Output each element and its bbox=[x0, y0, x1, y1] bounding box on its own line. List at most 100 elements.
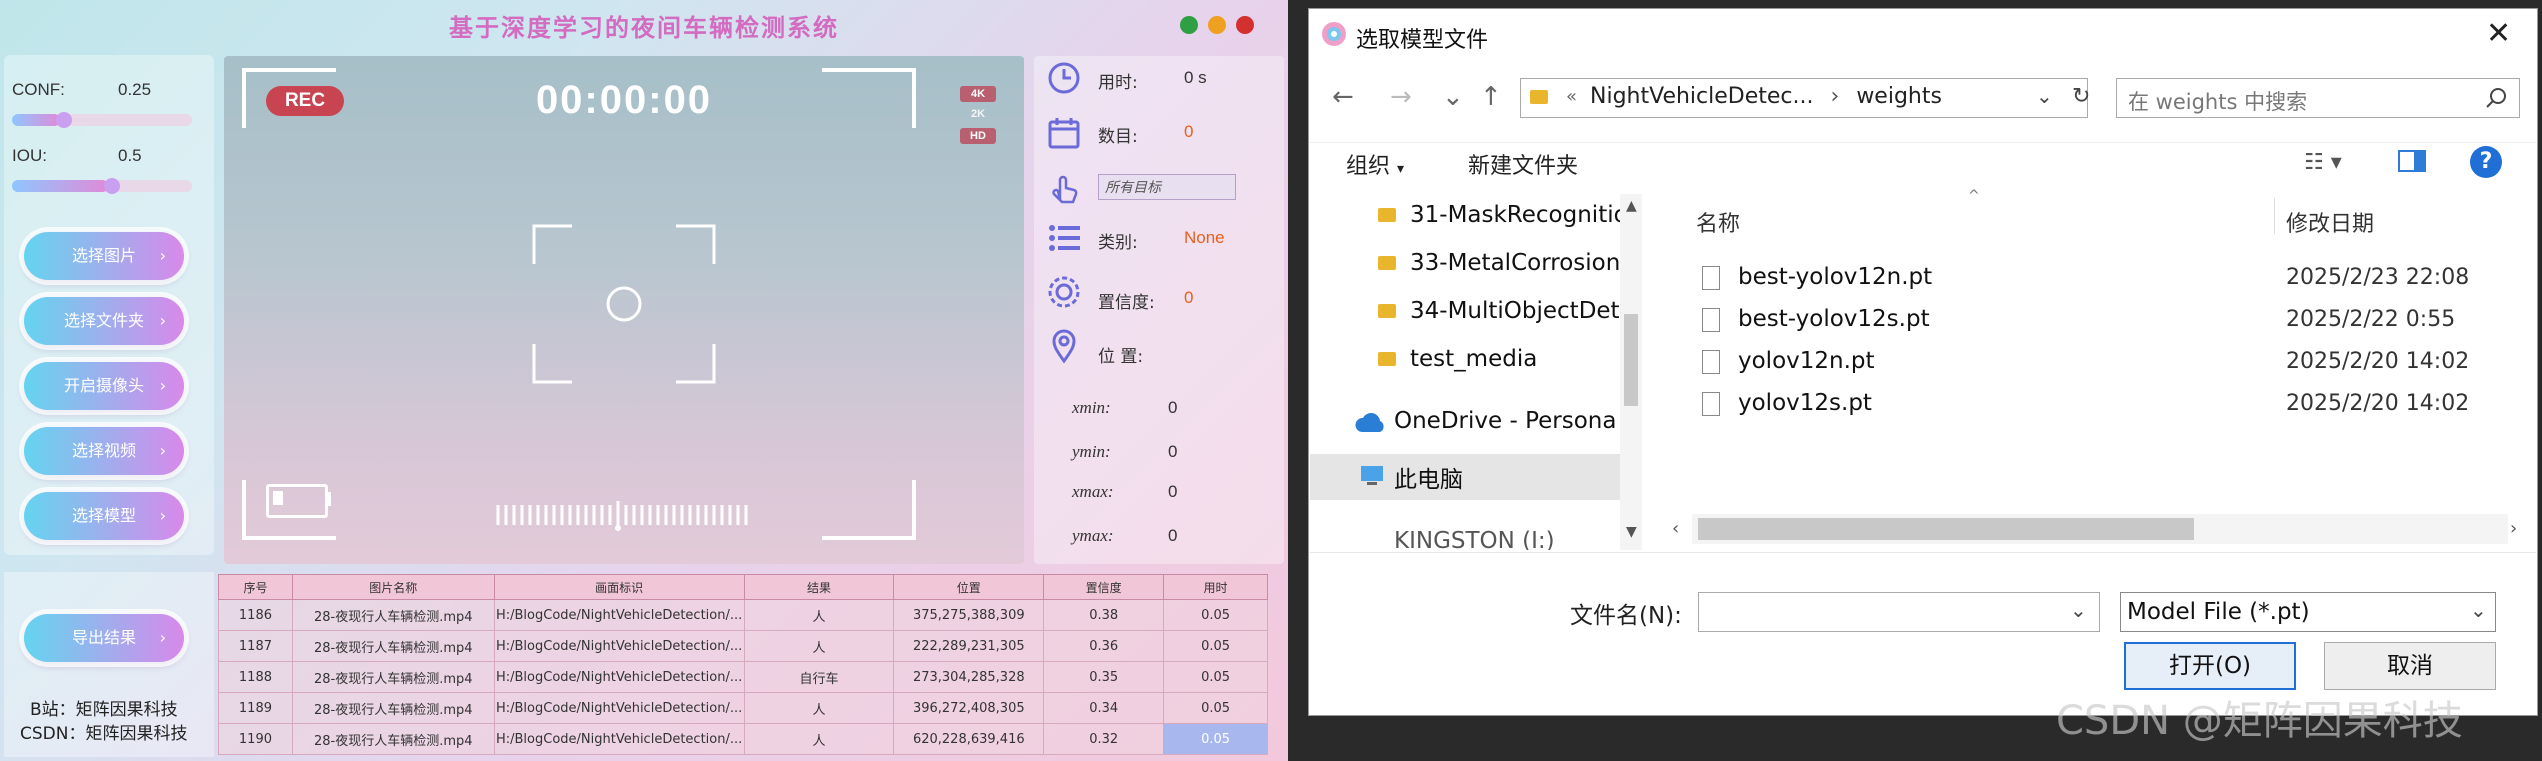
iou-slider[interactable] bbox=[12, 178, 192, 194]
filename-input[interactable] bbox=[1698, 592, 2100, 632]
file-type-select[interactable]: Model File (*.pt) bbox=[2120, 592, 2496, 632]
preview-pane-icon[interactable] bbox=[2398, 150, 2426, 172]
col-header-position[interactable]: 位置 bbox=[893, 574, 1045, 600]
navigation-pane[interactable]: 31-MaskRecognitio 33-MetalCorrosion 34-M… bbox=[1310, 194, 1620, 550]
table-row[interactable]: 1186 28-夜现行人车辆检测.mp4 H:/BlogCode/NightVe… bbox=[218, 599, 1268, 631]
conf-slider[interactable] bbox=[12, 112, 192, 128]
xmin-value: 0 bbox=[1168, 398, 1178, 417]
file-name[interactable]: best-yolov12n.pt bbox=[1738, 264, 1932, 290]
file-icon bbox=[1702, 350, 1720, 374]
forward-arrow-icon[interactable]: → bbox=[1390, 82, 1412, 112]
computer-icon bbox=[1361, 466, 1383, 485]
nav-item-selected-bg bbox=[1310, 454, 1620, 500]
ymax-label: ymax: bbox=[1072, 526, 1114, 545]
col-header-modified[interactable]: 修改日期 bbox=[2286, 206, 2374, 238]
col-header-confidence[interactable]: 置信度 bbox=[1043, 574, 1165, 600]
scroll-right-icon[interactable]: › bbox=[2510, 518, 2517, 539]
export-results-button[interactable]: 导出结果 › bbox=[24, 614, 184, 662]
table-cell: 1186 bbox=[218, 599, 293, 631]
filename-dropdown-icon[interactable]: ⌄ bbox=[2070, 598, 2087, 622]
location-pin-icon bbox=[1052, 329, 1076, 364]
col-header-image-name[interactable]: 图片名称 bbox=[291, 574, 495, 600]
nav-item-kingston[interactable]: KINGSTON (I:) bbox=[1394, 528, 1555, 550]
bilibili-credit: B站：矩阵因果科技 bbox=[30, 700, 178, 720]
col-header-result[interactable]: 结果 bbox=[743, 574, 895, 600]
select-video-button[interactable]: 选择视频 › bbox=[24, 427, 184, 475]
file-icon bbox=[1702, 308, 1720, 332]
nav-item-31[interactable]: 31-MaskRecognitio bbox=[1410, 202, 1620, 228]
horizontal-scroll-thumb[interactable] bbox=[1698, 518, 2194, 540]
chevron-right-icon: › bbox=[159, 311, 166, 330]
col-header-name[interactable]: 名称 bbox=[1696, 206, 1740, 238]
time-value: 0 s bbox=[1184, 68, 1207, 87]
table-row[interactable]: 1190 28-夜现行人车辆检测.mp4 H:/BlogCode/NightVe… bbox=[218, 723, 1268, 755]
table-cell: H:/BlogCode/NightVehicleDetection/... bbox=[493, 661, 745, 693]
table-cell: 375,275,388,309 bbox=[893, 599, 1045, 631]
confidence-label: 置信度: bbox=[1098, 293, 1155, 313]
nav-item-onedrive[interactable]: OneDrive - Persona bbox=[1394, 408, 1616, 434]
folder-icon bbox=[1378, 352, 1396, 366]
minimize-button[interactable] bbox=[1208, 16, 1226, 34]
conf-label: CONF: bbox=[12, 80, 65, 99]
maximize-button[interactable] bbox=[1180, 16, 1198, 34]
open-camera-button[interactable]: 开启摄像头 › bbox=[24, 362, 184, 410]
viewfinder-corner-tr bbox=[822, 68, 916, 128]
select-model-button[interactable]: 选择模型 › bbox=[24, 492, 184, 540]
toolbar-divider bbox=[1310, 142, 2536, 143]
up-arrow-icon[interactable]: ↑ bbox=[1480, 82, 1502, 112]
close-icon[interactable]: ✕ bbox=[2486, 16, 2511, 51]
xmax-value: 0 bbox=[1168, 482, 1178, 501]
search-icon[interactable] bbox=[2484, 86, 2508, 110]
scroll-down-icon[interactable]: ▼ bbox=[1626, 524, 1637, 540]
table-row[interactable]: 1189 28-夜现行人车辆检测.mp4 H:/BlogCode/NightVe… bbox=[218, 692, 1268, 724]
conf-slider-handle[interactable] bbox=[56, 112, 72, 128]
organize-label: 组织 bbox=[1346, 154, 1391, 179]
close-button[interactable] bbox=[1236, 16, 1254, 34]
select-image-button[interactable]: 选择图片 › bbox=[24, 232, 184, 280]
breadcrumb[interactable]: NightVehicleDetec... › weights bbox=[1590, 84, 1942, 109]
table-row[interactable]: 1188 28-夜现行人车辆检测.mp4 H:/BlogCode/NightVe… bbox=[218, 661, 1268, 693]
cancel-button[interactable]: 取消 bbox=[2324, 642, 2496, 690]
count-label: 数目: bbox=[1098, 127, 1138, 147]
gear-icon bbox=[1048, 276, 1080, 308]
iou-slider-handle[interactable] bbox=[104, 178, 120, 194]
target-select[interactable]: 所有目标 bbox=[1098, 174, 1236, 200]
table-row[interactable]: 1187 28-夜现行人车辆检测.mp4 H:/BlogCode/NightVe… bbox=[218, 630, 1268, 662]
file-name[interactable]: best-yolov12s.pt bbox=[1738, 306, 1930, 332]
nav-item-test-media[interactable]: test_media bbox=[1410, 346, 1537, 372]
file-name[interactable]: yolov12s.pt bbox=[1738, 390, 1872, 416]
refresh-icon[interactable]: ↻ bbox=[2072, 84, 2090, 109]
col-header-time[interactable]: 用时 bbox=[1163, 574, 1268, 600]
open-button[interactable]: 打开(O) bbox=[2124, 642, 2296, 690]
view-options-icon[interactable]: ☷ ▾ bbox=[2304, 150, 2342, 175]
col-header-index[interactable]: 序号 bbox=[218, 574, 293, 600]
breadcrumb-weights[interactable]: weights bbox=[1856, 84, 1942, 109]
position-label: 位 置: bbox=[1098, 347, 1144, 367]
table-cell: 0.05 bbox=[1163, 599, 1268, 631]
search-placeholder: 在 weights 中搜索 bbox=[2128, 90, 2308, 114]
scroll-up-icon[interactable]: ▲ bbox=[1626, 198, 1637, 214]
export-results-label: 导出结果 bbox=[71, 628, 136, 647]
new-folder-button[interactable]: 新建文件夹 bbox=[1468, 148, 1578, 180]
app-title: 基于深度学习的夜间车辆检测系统 bbox=[449, 13, 839, 42]
help-icon[interactable]: ? bbox=[2470, 146, 2502, 178]
table-cell: 28-夜现行人车辆检测.mp4 bbox=[291, 661, 495, 693]
focus-reticle-icon bbox=[532, 224, 716, 384]
address-overflow[interactable]: « bbox=[1566, 86, 1577, 107]
nav-item-this-pc[interactable]: 此电脑 bbox=[1394, 460, 1463, 494]
breadcrumb-project[interactable]: NightVehicleDetec... bbox=[1590, 84, 1814, 109]
chevron-down-icon[interactable]: ⌄ bbox=[1442, 82, 1464, 112]
nav-item-33[interactable]: 33-MetalCorrosion bbox=[1410, 250, 1620, 276]
nav-scroll-thumb[interactable] bbox=[1624, 314, 1638, 406]
col-header-frame-id[interactable]: 画面标识 bbox=[493, 574, 745, 600]
scroll-left-icon[interactable]: ‹ bbox=[1672, 518, 1679, 539]
back-arrow-icon[interactable]: ← bbox=[1332, 82, 1354, 112]
address-dropdown-icon[interactable]: ⌄ bbox=[2036, 84, 2053, 108]
select-folder-button[interactable]: 选择文件夹 › bbox=[24, 297, 184, 345]
file-date: 2025/2/22 0:55 bbox=[2286, 307, 2456, 332]
organize-menu[interactable]: 组织 ▾ bbox=[1346, 148, 1404, 180]
chevron-down-icon[interactable]: ⌄ bbox=[2470, 598, 2487, 622]
file-name[interactable]: yolov12n.pt bbox=[1738, 348, 1875, 374]
results-table[interactable]: 序号 图片名称 画面标识 结果 位置 置信度 用时 1186 28-夜现行人车辆… bbox=[218, 574, 1268, 755]
nav-item-34[interactable]: 34-MultiObjectDet bbox=[1410, 298, 1620, 324]
